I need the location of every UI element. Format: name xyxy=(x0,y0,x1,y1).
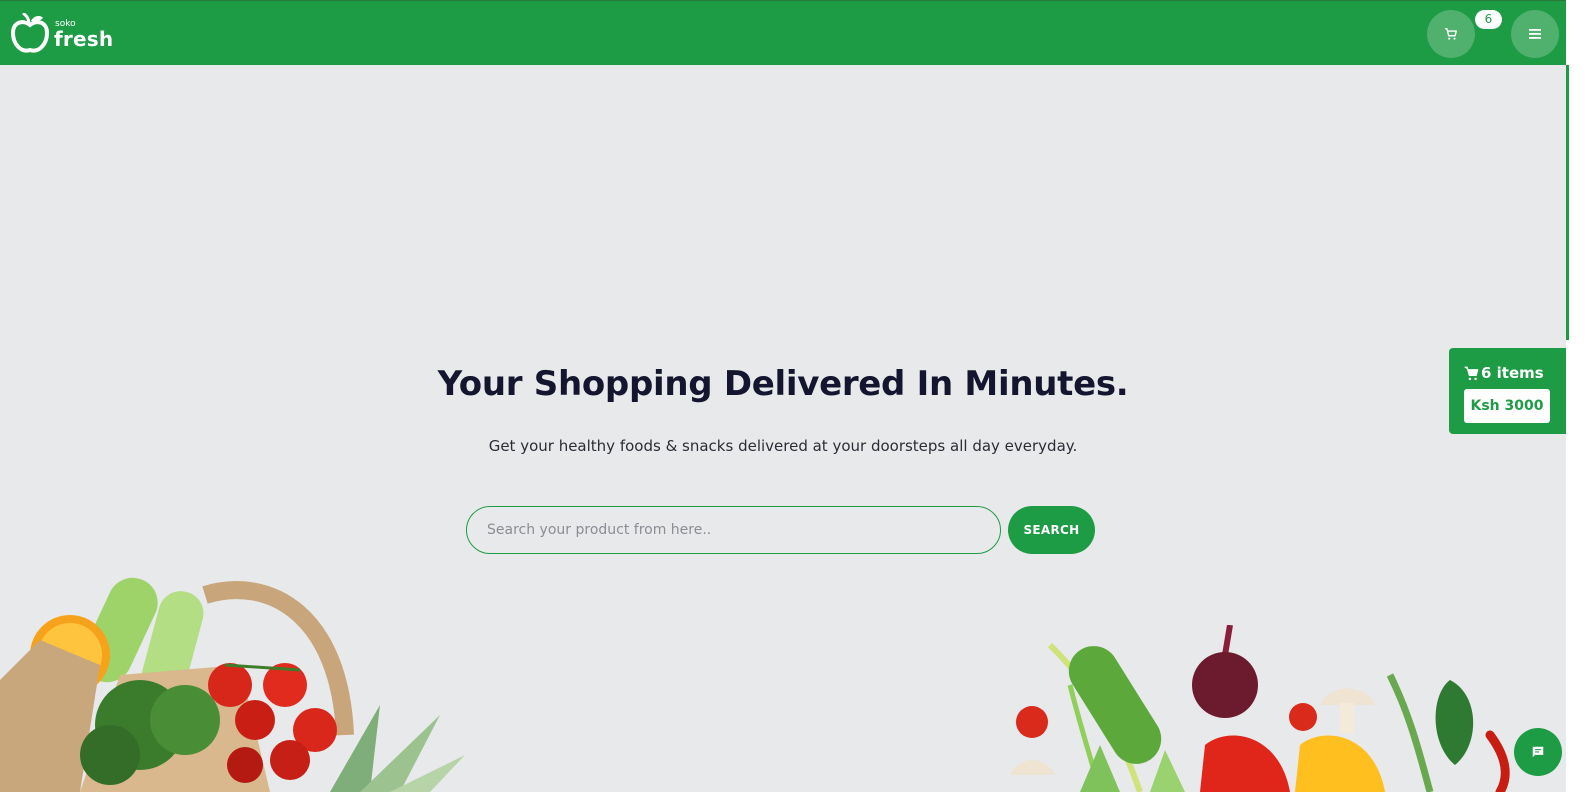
cart-icon xyxy=(1464,366,1479,380)
top-navbar: soko fresh 6 xyxy=(0,0,1566,65)
produce-bag-illustration xyxy=(0,577,465,792)
menu-icon xyxy=(1529,29,1541,39)
search-button[interactable]: SEARCH xyxy=(1008,506,1095,554)
cart-button[interactable] xyxy=(1427,10,1475,58)
brand-logo[interactable]: soko fresh xyxy=(10,13,120,55)
floating-cart-summary[interactable]: 6 items Ksh 3000 xyxy=(1449,348,1566,434)
hero-subtitle: Get your healthy foods & snacks delivere… xyxy=(488,437,1078,455)
cart-count-badge: 6 xyxy=(1475,10,1502,29)
cart-icon xyxy=(1445,28,1457,40)
scrollbar-thumb[interactable] xyxy=(1566,65,1569,340)
floating-cart-total: Ksh 3000 xyxy=(1464,389,1550,423)
page-scrollbar[interactable] xyxy=(1566,0,1596,792)
floating-cart-items: 6 items xyxy=(1464,364,1544,382)
vegetables-illustration xyxy=(1010,625,1510,792)
apple-logo-icon xyxy=(10,13,50,53)
product-search-input[interactable] xyxy=(466,506,1001,554)
menu-button[interactable] xyxy=(1511,10,1559,58)
hero-title: Your Shopping Delivered In Minutes. xyxy=(437,364,1129,404)
brand-name: fresh xyxy=(54,27,114,51)
floating-cart-items-label: 6 items xyxy=(1481,364,1544,382)
